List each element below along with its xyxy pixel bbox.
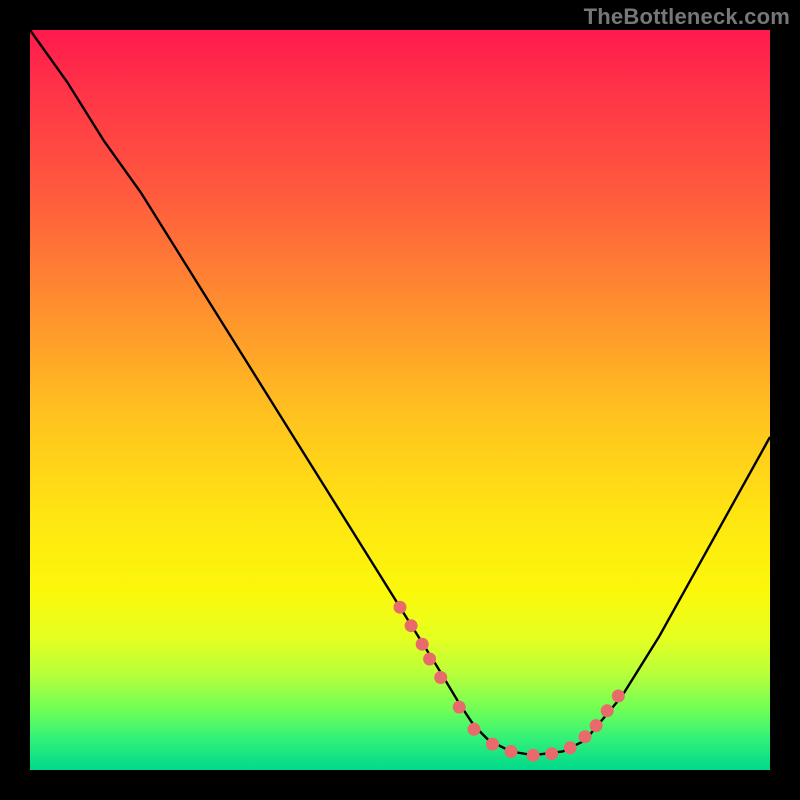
highlight-point [394, 601, 407, 614]
highlight-point [434, 671, 447, 684]
curve-svg [30, 30, 770, 770]
highlight-point [601, 704, 614, 717]
plot-area [30, 30, 770, 770]
highlight-point [423, 653, 436, 666]
highlight-point [453, 701, 466, 714]
watermark-text: TheBottleneck.com [584, 4, 790, 30]
bottleneck-curve [30, 30, 770, 755]
highlight-point [527, 749, 540, 762]
highlight-point [468, 723, 481, 736]
highlight-point [416, 638, 429, 651]
highlight-point [486, 738, 499, 751]
highlight-points-group [394, 601, 625, 762]
highlight-point [545, 747, 558, 760]
chart-container: TheBottleneck.com [0, 0, 800, 800]
highlight-point [590, 719, 603, 732]
highlight-point [405, 619, 418, 632]
highlight-point [564, 741, 577, 754]
highlight-point [505, 745, 518, 758]
highlight-point [579, 730, 592, 743]
highlight-point [612, 690, 625, 703]
